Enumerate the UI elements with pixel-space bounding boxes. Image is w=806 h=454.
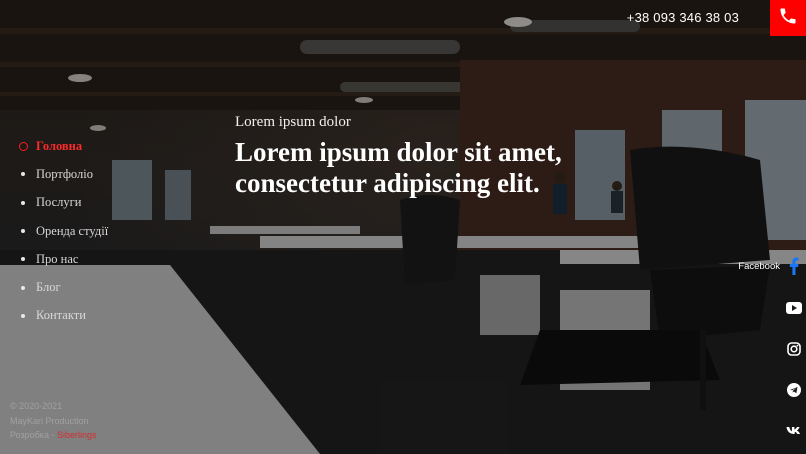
phone-icon bbox=[778, 6, 798, 31]
telegram-link[interactable] bbox=[786, 382, 802, 398]
nav-item-blog[interactable]: Блог bbox=[18, 273, 108, 301]
copyright-text: © 2020-2021 bbox=[10, 401, 63, 411]
footer-info: © 2020-2021 MayKari Production Розробка … bbox=[10, 399, 96, 443]
nav-item-services[interactable]: Послуги bbox=[18, 189, 108, 217]
active-ring-icon bbox=[18, 141, 28, 151]
vk-icon bbox=[786, 423, 802, 439]
nav-item-label: Оренда студії bbox=[36, 223, 109, 238]
dark-overlay bbox=[0, 0, 806, 454]
nav-item-about[interactable]: Про нас bbox=[18, 245, 108, 273]
phone-button[interactable] bbox=[770, 0, 806, 36]
nav-item-label: Портфоліо bbox=[36, 166, 93, 181]
vk-link[interactable] bbox=[786, 423, 802, 439]
developer-credit: Розробка - Siberlings bbox=[10, 428, 96, 443]
telegram-icon bbox=[786, 382, 802, 398]
nav-item-studio-rent[interactable]: Оренда студії bbox=[18, 217, 108, 245]
nav-item-label: Контакти bbox=[36, 308, 86, 323]
youtube-icon bbox=[786, 300, 802, 316]
bullet-icon bbox=[18, 311, 28, 321]
instagram-link[interactable] bbox=[786, 341, 802, 357]
bullet-icon bbox=[18, 226, 28, 236]
facebook-icon bbox=[786, 257, 802, 275]
developer-prefix: Розробка - bbox=[10, 430, 57, 440]
phone-number[interactable]: +38 093 346 38 03 bbox=[627, 10, 739, 25]
facebook-label: Facebook bbox=[738, 260, 780, 272]
nav-item-label: Головна bbox=[36, 138, 83, 153]
nav-item-label: Блог bbox=[36, 280, 61, 295]
hero-subtitle: Lorem ipsum dolor bbox=[235, 114, 351, 130]
main-navigation: Головна Портфоліо Послуги Оренда студії … bbox=[18, 132, 108, 330]
developer-link[interactable]: Siberlings bbox=[57, 430, 97, 440]
nav-item-contacts[interactable]: Контакти bbox=[18, 302, 108, 330]
company-name: MayKari Production bbox=[10, 415, 89, 426]
bullet-icon bbox=[18, 254, 28, 264]
hero-title-line-1: Lorem ipsum dolor sit amet, bbox=[235, 137, 562, 167]
nav-item-portfolio[interactable]: Портфоліо bbox=[18, 160, 108, 188]
facebook-link[interactable]: Facebook bbox=[738, 257, 802, 275]
nav-item-home[interactable]: Головна bbox=[18, 132, 108, 160]
bullet-icon bbox=[18, 198, 28, 208]
bullet-icon bbox=[18, 169, 28, 179]
hero-title-line-2: consectetur adipiscing elit. bbox=[235, 168, 540, 198]
hero-background bbox=[0, 0, 806, 454]
hero-text: Lorem ipsum dolor Lorem ipsum dolor sit … bbox=[235, 114, 615, 199]
nav-item-label: Послуги bbox=[36, 195, 82, 210]
bullet-icon bbox=[18, 283, 28, 293]
youtube-link[interactable] bbox=[786, 300, 802, 316]
instagram-icon bbox=[786, 341, 802, 357]
hero-title: Lorem ipsum dolor sit amet, consectetur … bbox=[235, 137, 615, 199]
nav-item-label: Про нас bbox=[36, 251, 79, 266]
